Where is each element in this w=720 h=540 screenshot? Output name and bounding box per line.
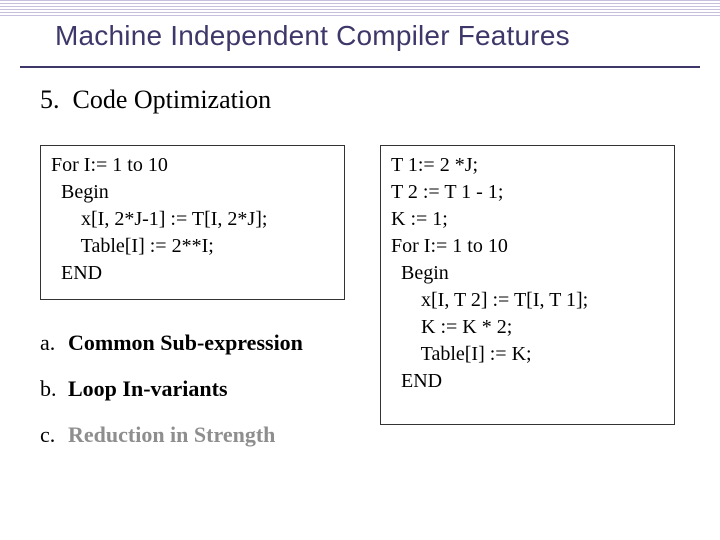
title-underline: [20, 66, 700, 68]
list-item: c. Reduction in Strength: [40, 412, 303, 458]
list-text-reduction-strength: Reduction in Strength: [68, 412, 275, 458]
code-line: Table[I] := 2**I;: [51, 233, 334, 260]
optimization-list: a. Common Sub-expression b. Loop In-vari…: [40, 320, 303, 459]
list-text-common-subexpr: Common Sub-expression: [68, 320, 303, 366]
code-line: Begin: [51, 179, 334, 206]
code-block-original: For I:= 1 to 10 Begin x[I, 2*J-1] := T[I…: [40, 145, 345, 300]
code-line: T 1:= 2 *J;: [391, 152, 664, 179]
page-title: Machine Independent Compiler Features: [55, 20, 680, 52]
code-line: For I:= 1 to 10: [391, 233, 664, 260]
list-letter: a.: [40, 320, 68, 366]
code-line: Table[I] := K;: [391, 341, 664, 368]
code-line: For I:= 1 to 10: [51, 152, 334, 179]
code-line: END: [51, 260, 334, 287]
code-line: K := K * 2;: [391, 314, 664, 341]
list-letter: b.: [40, 366, 68, 412]
section-title: Code Optimization: [73, 85, 272, 114]
section-heading: 5. Code Optimization: [40, 85, 271, 115]
code-line: x[I, T 2] := T[I, T 1];: [391, 287, 664, 314]
section-number: 5.: [40, 85, 60, 114]
code-line: K := 1;: [391, 206, 664, 233]
code-line: T 2 := T 1 - 1;: [391, 179, 664, 206]
code-line: Begin: [391, 260, 664, 287]
decorative-top-stripes: [0, 0, 720, 18]
code-block-optimized: T 1:= 2 *J; T 2 := T 1 - 1; K := 1; For …: [380, 145, 675, 425]
list-letter: c.: [40, 412, 68, 458]
list-item: a. Common Sub-expression: [40, 320, 303, 366]
list-text-loop-invariants: Loop In-variants: [68, 366, 228, 412]
list-item: b. Loop In-variants: [40, 366, 303, 412]
code-line: x[I, 2*J-1] := T[I, 2*J];: [51, 206, 334, 233]
code-line: END: [391, 368, 664, 395]
